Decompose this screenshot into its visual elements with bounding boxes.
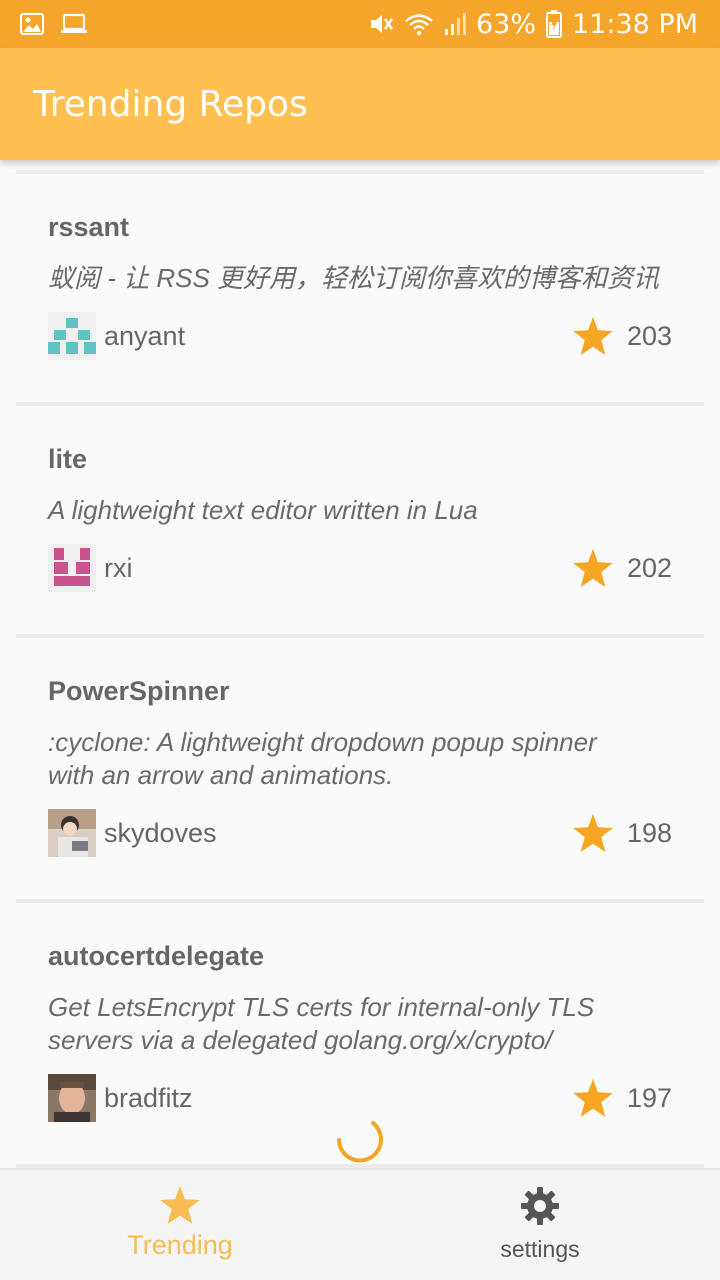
star-icon xyxy=(160,1186,200,1224)
repo-footer: skydoves 198 xyxy=(48,809,672,857)
owner-name: rxi xyxy=(104,552,133,583)
star-count-group: 202 xyxy=(573,549,672,587)
repo-description: :cyclone: A lightweight dropdown popup s… xyxy=(48,727,597,790)
gallery-notification-icon xyxy=(20,13,44,35)
avatar xyxy=(48,312,96,360)
gear-icon xyxy=(521,1187,559,1225)
repo-footer: rxi 202 xyxy=(48,544,672,592)
star-count: 198 xyxy=(626,817,672,848)
star-count-group: 203 xyxy=(573,317,672,355)
star-icon xyxy=(573,814,613,852)
nav-settings[interactable]: settings xyxy=(360,1170,720,1280)
owner[interactable]: anyant xyxy=(48,312,185,360)
owner[interactable]: skydoves xyxy=(48,809,217,857)
status-bar: 63% 11:38 PM xyxy=(0,0,720,48)
nav-trending[interactable]: Trending xyxy=(0,1170,360,1280)
app-bar: Trending Repos xyxy=(0,48,720,160)
repo-footer: anyant 203 xyxy=(48,312,672,360)
owner-name: anyant xyxy=(104,320,186,351)
repo-name: PowerSpinner xyxy=(48,676,230,706)
battery-icon xyxy=(546,10,563,38)
owner[interactable]: bradfitz xyxy=(48,1074,193,1122)
repo-card[interactable]: rssant 蚁阅 - 让 RSS 更好用，轻松订阅你喜欢的博客和资讯 anya… xyxy=(16,174,704,406)
bottom-navigation: Trending settings xyxy=(0,1168,720,1280)
repo-name: autocertdelegate xyxy=(48,941,265,971)
nav-trending-label: Trending xyxy=(127,1230,233,1260)
page-title: Trending Repos xyxy=(33,83,308,125)
battery-percent: 63% xyxy=(476,8,537,40)
owner-name: bradfitz xyxy=(104,1082,193,1113)
repo-description: A lightweight text editor written in Lua xyxy=(48,495,478,525)
nav-settings-label: settings xyxy=(500,1236,580,1262)
star-icon xyxy=(573,549,613,587)
avatar xyxy=(48,1074,96,1122)
star-icon xyxy=(573,1079,613,1117)
star-count-group: 198 xyxy=(573,814,672,852)
repo-description: Get LetsEncrypt TLS certs for internal-o… xyxy=(48,992,595,1055)
repo-name: rssant xyxy=(48,212,130,242)
laptop-notification-icon xyxy=(60,13,88,35)
avatar xyxy=(48,544,96,592)
signal-icon xyxy=(444,12,466,36)
repo-list[interactable]: rssant 蚁阅 - 让 RSS 更好用，轻松订阅你喜欢的博客和资讯 anya… xyxy=(16,160,704,1168)
mute-icon xyxy=(368,11,394,37)
star-count: 197 xyxy=(626,1082,672,1113)
wifi-icon xyxy=(404,12,434,36)
status-time: 11:38 PM xyxy=(572,8,698,40)
repo-card[interactable]: PowerSpinner :cyclone: A lightweight dro… xyxy=(16,638,704,903)
star-icon xyxy=(573,317,613,355)
repo-name: lite xyxy=(48,444,88,474)
owner[interactable]: rxi xyxy=(48,544,133,592)
loading-spinner-icon xyxy=(337,1121,383,1163)
avatar xyxy=(48,809,96,857)
star-count: 203 xyxy=(626,320,672,351)
owner-name: skydoves xyxy=(104,817,217,848)
star-count: 202 xyxy=(626,552,672,583)
repo-card[interactable]: lite A lightweight text editor written i… xyxy=(16,406,704,638)
repo-description: 蚁阅 - 让 RSS 更好用，轻松订阅你喜欢的博客和资讯 xyxy=(48,263,660,293)
star-count-group: 197 xyxy=(573,1079,672,1117)
list-divider xyxy=(16,160,704,174)
